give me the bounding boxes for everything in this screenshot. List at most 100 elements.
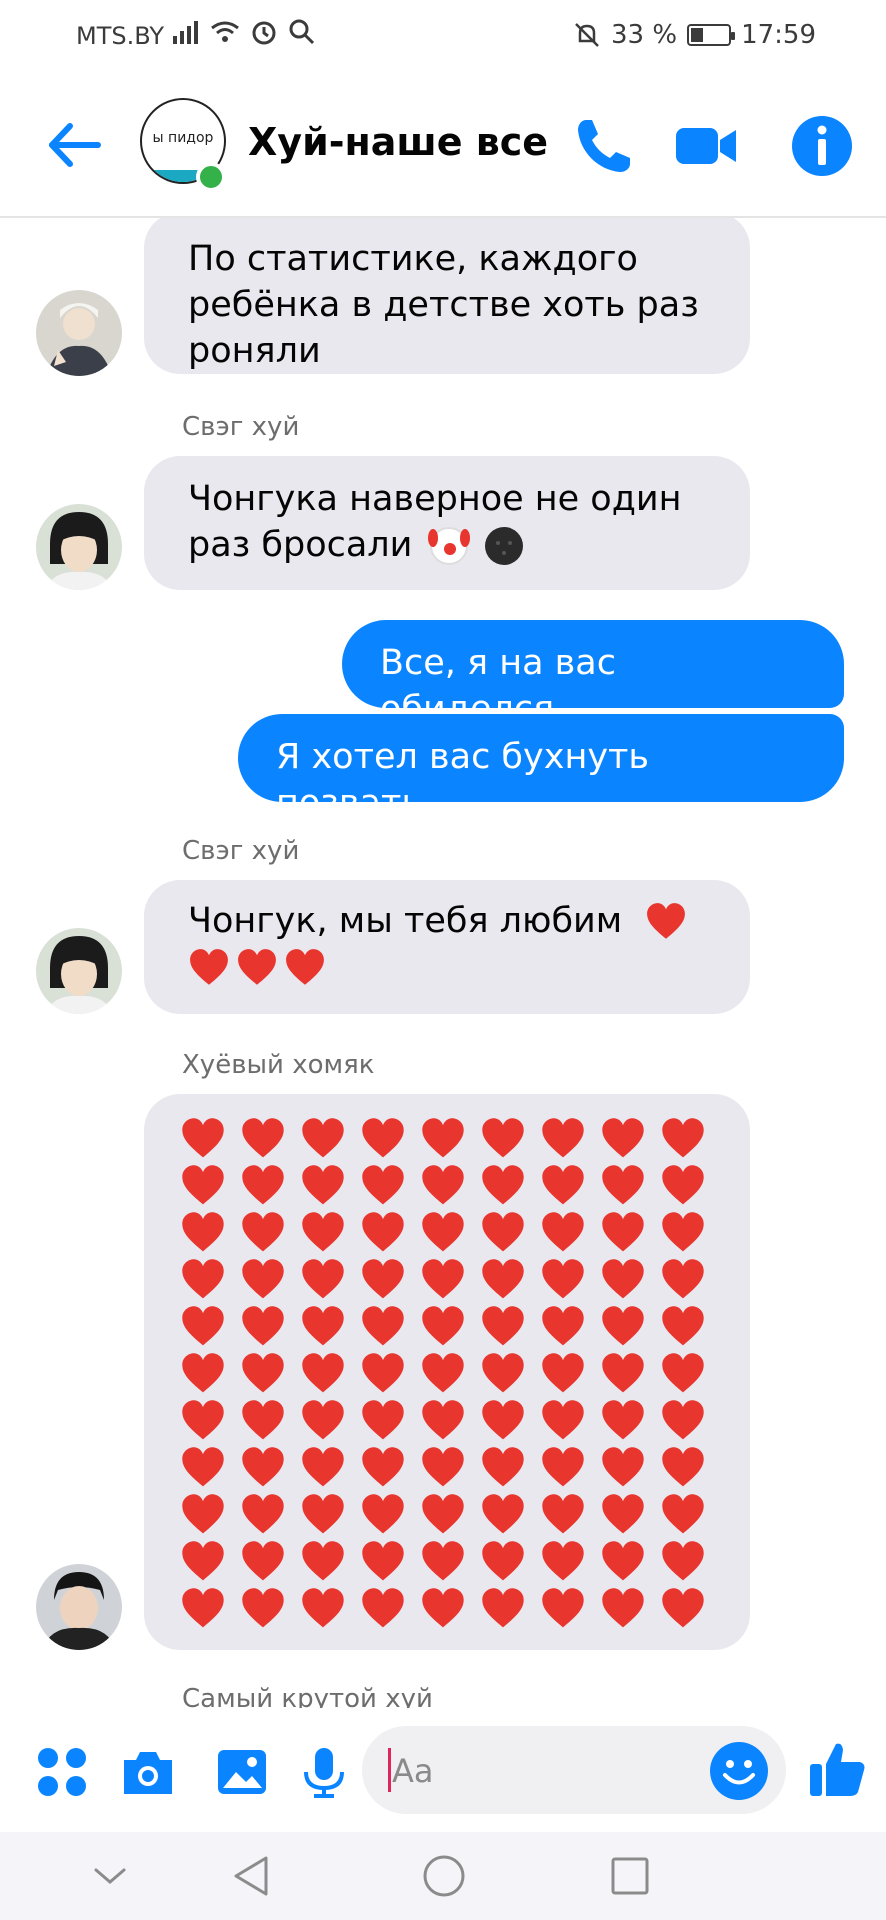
sender-name: Свэг хуй [182, 836, 300, 866]
system-navigation-bar [0, 1832, 886, 1920]
message-bubble[interactable]: По статистике, каждого ребёнка в детстве… [144, 218, 750, 374]
emoji-icon[interactable] [708, 1740, 770, 1802]
avatar[interactable] [36, 928, 122, 1014]
back-triangle-icon[interactable] [226, 1850, 278, 1902]
heart-emoji-icon [662, 1494, 704, 1534]
heart-emoji-icon [482, 1447, 524, 1487]
heart-emoji-icon [190, 949, 228, 985]
heart-emoji-icon [182, 1212, 224, 1252]
sender-name: Свэг хуй [182, 412, 300, 442]
avatar[interactable] [36, 504, 122, 590]
alarm-icon [252, 21, 276, 45]
heart-emoji-icon [647, 903, 686, 939]
heart-emoji-icon [602, 1306, 644, 1346]
heart-emoji-icon [302, 1447, 344, 1487]
heart-emoji-icon [422, 1447, 464, 1487]
heart-emoji-icon [602, 1400, 644, 1440]
heart-emoji-icon [182, 1306, 224, 1346]
heart-emoji-icon [542, 1259, 584, 1299]
info-icon[interactable] [790, 114, 854, 178]
outgoing-message-bubble[interactable]: Я хотел вас бухнуть позвать [238, 714, 844, 823]
heart-emoji-icon [242, 1306, 284, 1346]
heart-emoji-icon [482, 1306, 524, 1346]
avatar[interactable] [36, 1564, 122, 1650]
home-circle-icon[interactable] [418, 1850, 470, 1902]
carrier-label: MTS.BY [76, 22, 165, 50]
status-right: 33 % 17:59 [573, 20, 816, 50]
chevron-down-icon[interactable] [84, 1850, 136, 1902]
heart-emoji-icon [602, 1588, 644, 1628]
phone-icon[interactable] [572, 114, 636, 178]
heart-emoji-icon [602, 1494, 644, 1534]
heart-emoji-icon [242, 1353, 284, 1393]
status-bar: MTS.BY 33 % 17:59 [0, 0, 886, 72]
heart-emoji-icon [662, 1400, 704, 1440]
heart-emoji-icon [662, 1541, 704, 1581]
hearts-grid [180, 1116, 720, 1633]
search-icon [289, 19, 315, 45]
heart-emoji-icon [302, 1400, 344, 1440]
heart-emoji-icon [302, 1212, 344, 1252]
heart-emoji-icon [302, 1353, 344, 1393]
text-caret [388, 1748, 391, 1792]
heart-emoji-icon [242, 1400, 284, 1440]
heart-emoji-icon [542, 1588, 584, 1628]
heart-emoji-icon [242, 1212, 284, 1252]
heart-emoji-icon [302, 1165, 344, 1205]
heart-emoji-icon [602, 1259, 644, 1299]
heart-emoji-icon [662, 1447, 704, 1487]
camera-icon[interactable] [120, 1744, 176, 1800]
message-bubble[interactable]: Чонгук, мы тебя любим [144, 880, 750, 1014]
message-text: Чонгук, мы тебя любим [188, 901, 623, 941]
heart-emoji-icon [362, 1400, 404, 1440]
microphone-icon[interactable] [296, 1744, 352, 1800]
heart-emoji-icon [302, 1259, 344, 1299]
heart-emoji-icon [242, 1118, 284, 1158]
online-indicator [196, 162, 226, 192]
heart-emoji-icon [242, 1165, 284, 1205]
heart-emoji-icon [422, 1118, 464, 1158]
back-arrow-icon[interactable] [44, 114, 106, 176]
conversation-title[interactable]: Хуй-наше все [248, 120, 548, 164]
heart-emoji-icon [182, 1259, 224, 1299]
heart-emoji-icon [542, 1400, 584, 1440]
new-moon-emoji-icon [484, 527, 523, 565]
thumbs-up-icon[interactable] [806, 1738, 868, 1800]
heart-emoji-icon [542, 1165, 584, 1205]
message-input[interactable]: Aa [362, 1726, 786, 1814]
heart-emoji-icon [602, 1165, 644, 1205]
heart-emoji-icon [602, 1447, 644, 1487]
heart-emoji-icon [482, 1494, 524, 1534]
message-text: По статистике, каждого ребёнка в детстве… [188, 239, 699, 371]
heart-emoji-icon [542, 1353, 584, 1393]
status-left-icons [172, 18, 316, 46]
heart-emoji-icon [238, 949, 276, 985]
recents-square-icon[interactable] [604, 1850, 656, 1902]
heart-emoji-icon [242, 1494, 284, 1534]
heart-emoji-icon [422, 1588, 464, 1628]
heart-emoji-icon [182, 1447, 224, 1487]
heart-emoji-icon [182, 1118, 224, 1158]
avatar[interactable] [36, 290, 122, 376]
heart-emoji-icon [362, 1494, 404, 1534]
gallery-icon[interactable] [214, 1744, 270, 1800]
heart-emoji-icon [362, 1118, 404, 1158]
heart-emoji-icon [182, 1165, 224, 1205]
heart-emoji-icon [542, 1306, 584, 1346]
message-list[interactable]: По статистике, каждого ребёнка в детстве… [0, 218, 886, 1708]
apps-icon[interactable] [34, 1744, 90, 1800]
heart-emoji-icon [602, 1212, 644, 1252]
heart-emoji-icon [422, 1165, 464, 1205]
wifi-icon [211, 21, 239, 42]
heart-emoji-icon [302, 1541, 344, 1581]
heart-emoji-icon [482, 1541, 524, 1581]
heart-emoji-icon [482, 1353, 524, 1393]
video-camera-icon[interactable] [674, 114, 738, 178]
heart-emoji-icon [602, 1353, 644, 1393]
outgoing-message-bubble[interactable]: Все, я на вас обиделся [342, 620, 844, 729]
heart-emoji-icon [542, 1118, 584, 1158]
heart-emoji-icon [482, 1259, 524, 1299]
message-bubble[interactable]: Чонгука наверное не один раз бросали [144, 456, 750, 590]
message-input-placeholder: Aa [392, 1752, 434, 1790]
heart-emoji-icon [662, 1588, 704, 1628]
